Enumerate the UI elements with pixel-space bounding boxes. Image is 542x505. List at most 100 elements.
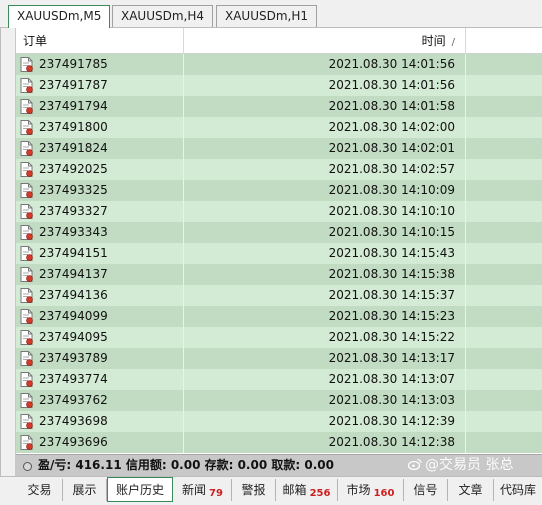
order-time: 2021.08.30 14:01:58 <box>184 96 466 117</box>
order-document-icon <box>20 204 33 219</box>
order-number: 237491785 <box>39 57 108 71</box>
tab-trade-label: 交易 <box>27 483 52 497</box>
order-document-icon <box>20 120 33 135</box>
order-cell: 237494151 <box>16 243 184 264</box>
order-time: 2021.08.30 14:15:43 <box>184 243 466 264</box>
tab-signals[interactable]: 信号 <box>404 479 448 501</box>
order-cell: 237493327 <box>16 201 184 222</box>
tab-account-history-label: 账户历史 <box>115 483 164 497</box>
order-document-icon <box>20 435 33 450</box>
order-cell: 237491824 <box>16 138 184 159</box>
order-document-icon <box>20 267 33 282</box>
table-row[interactable]: 237493343 2021.08.30 14:10:15 <box>16 222 542 243</box>
order-document-icon <box>20 183 33 198</box>
order-time: 2021.08.30 14:01:56 <box>184 75 466 96</box>
tab-exposure[interactable]: 展示 <box>63 479 107 501</box>
table-row[interactable]: 237493774 2021.08.30 14:13:07 <box>16 369 542 390</box>
tab-market-label: 市场 <box>346 483 371 497</box>
order-time: 2021.08.30 14:12:38 <box>184 432 466 453</box>
table-row[interactable]: 237491824 2021.08.30 14:02:01 <box>16 138 542 159</box>
order-time: 2021.08.30 14:10:09 <box>184 180 466 201</box>
order-document-icon <box>20 57 33 72</box>
order-time: 2021.08.30 14:02:00 <box>184 117 466 138</box>
column-header-extra[interactable] <box>466 28 542 54</box>
status-bullet-icon <box>23 462 32 471</box>
chart-tab-xauusdm-m5[interactable]: XAUUSDm,M5 <box>8 5 111 28</box>
order-time: 2021.08.30 14:10:10 <box>184 201 466 222</box>
chart-tab-xauusdm-h1[interactable]: XAUUSDm,H1 <box>216 5 318 27</box>
table-row[interactable]: 237493762 2021.08.30 14:13:03 <box>16 390 542 411</box>
order-cell: 237494095 <box>16 327 184 348</box>
order-document-icon <box>20 309 33 324</box>
table-row[interactable]: 237491787 2021.08.30 14:01:56 <box>16 75 542 96</box>
table-row[interactable]: 237493696 2021.08.30 14:12:38 <box>16 432 542 453</box>
order-cell: 237493774 <box>16 369 184 390</box>
order-number: 237493789 <box>39 351 108 365</box>
chart-tab-bar: XAUUSDm,M5 XAUUSDm,H4 XAUUSDm,H1 <box>0 0 542 28</box>
order-number: 237493327 <box>39 204 108 218</box>
terminal-tab-bar: 交易 展示 账户历史 新闻 79 警报 邮箱 256 市场 160 信号 文章 代码库 <box>0 476 542 505</box>
table-row[interactable]: 237494137 2021.08.30 14:15:38 <box>16 264 542 285</box>
order-cell: 237493325 <box>16 180 184 201</box>
order-document-icon <box>20 372 33 387</box>
sort-indicator-icon: / <box>451 37 455 48</box>
table-row[interactable]: 237492025 2021.08.30 14:02:57 <box>16 159 542 180</box>
tab-alerts-label: 警报 <box>241 483 266 497</box>
status-summary-bar: 盈/亏: 416.11 信用额: 0.00 存款: 0.00 取款: 0.00 … <box>16 454 542 476</box>
weibo-logo-icon <box>408 458 422 470</box>
table-row[interactable]: 237494095 2021.08.30 14:15:22 <box>16 327 542 348</box>
order-time: 2021.08.30 14:02:57 <box>184 159 466 180</box>
table-row[interactable]: 237493789 2021.08.30 14:13:17 <box>16 348 542 369</box>
watermark-text: @交易员 张总 <box>425 457 514 473</box>
order-time: 2021.08.30 14:15:37 <box>184 285 466 306</box>
order-number: 237491794 <box>39 99 108 113</box>
table-row[interactable]: 237494099 2021.08.30 14:15:23 <box>16 306 542 327</box>
table-row[interactable]: 237493698 2021.08.30 14:12:39 <box>16 411 542 432</box>
order-number: 237493698 <box>39 414 108 428</box>
tab-trade[interactable]: 交易 <box>17 479 63 501</box>
tab-articles[interactable]: 文章 <box>448 479 494 501</box>
order-number: 237493696 <box>39 435 108 449</box>
order-document-icon <box>20 225 33 240</box>
order-cell: 237494137 <box>16 264 184 285</box>
order-number: 237493774 <box>39 372 108 386</box>
table-row[interactable]: 237494136 2021.08.30 14:15:37 <box>16 285 542 306</box>
order-cell: 237491785 <box>16 54 184 75</box>
column-header-time[interactable]: 时间 / <box>184 28 466 54</box>
column-header-order[interactable]: 订单 <box>16 28 184 54</box>
table-row[interactable]: 237491785 2021.08.30 14:01:56 <box>16 54 542 75</box>
order-document-icon <box>20 78 33 93</box>
table-row[interactable]: 237493325 2021.08.30 14:10:09 <box>16 180 542 201</box>
tab-news[interactable]: 新闻 79 <box>174 479 232 501</box>
tab-market[interactable]: 市场 160 <box>338 479 404 501</box>
order-document-icon <box>20 288 33 303</box>
table-row[interactable]: 237493327 2021.08.30 14:10:10 <box>16 201 542 222</box>
order-number: 237491824 <box>39 141 108 155</box>
tab-code-base[interactable]: 代码库 <box>494 479 542 501</box>
tab-alerts[interactable]: 警报 <box>232 479 276 501</box>
order-time: 2021.08.30 14:15:23 <box>184 306 466 327</box>
order-number: 237493325 <box>39 183 108 197</box>
table-row[interactable]: 237491794 2021.08.30 14:01:58 <box>16 96 542 117</box>
order-cell: 237494099 <box>16 306 184 327</box>
order-number: 237493762 <box>39 393 108 407</box>
tab-mailbox[interactable]: 邮箱 256 <box>276 479 338 501</box>
chart-tab-xauusdm-h4[interactable]: XAUUSDm,H4 <box>112 5 214 27</box>
mailbox-count-badge: 256 <box>309 488 331 499</box>
order-document-icon <box>20 162 33 177</box>
toolbox-side-strip[interactable] <box>1 28 16 476</box>
market-count-badge: 160 <box>373 488 395 499</box>
order-document-icon <box>20 246 33 261</box>
order-time: 2021.08.30 14:01:56 <box>184 54 466 75</box>
table-header: 订单 时间 / <box>16 28 542 54</box>
balance-summary: 盈/亏: 416.11 信用额: 0.00 存款: 0.00 取款: 0.00 <box>38 458 334 472</box>
order-number: 237492025 <box>39 162 108 176</box>
watermark: @交易员 张总 <box>408 455 513 476</box>
tab-account-history[interactable]: 账户历史 <box>107 477 173 502</box>
tab-articles-label: 文章 <box>458 483 483 497</box>
order-cell: 237492025 <box>16 159 184 180</box>
account-history-panel: 订单 时间/ 237491785 2021.08.30 14:01:56 23749… <box>0 28 542 476</box>
table-row[interactable]: 237491800 2021.08.30 14:02:00 <box>16 117 542 138</box>
table-row[interactable]: 237494151 2021.08.30 14:15:43 <box>16 243 542 264</box>
tab-exposure-label: 展示 <box>72 483 97 497</box>
